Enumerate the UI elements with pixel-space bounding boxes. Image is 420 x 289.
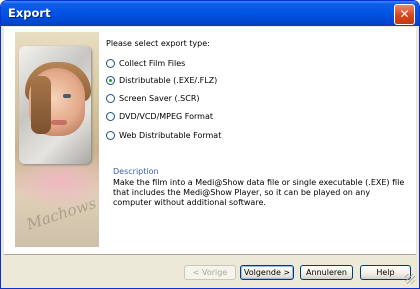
radio-button[interactable]	[106, 58, 115, 68]
radio-button[interactable]	[106, 93, 115, 103]
cancel-button[interactable]: Annuleren	[300, 265, 353, 280]
photo-frame	[19, 46, 91, 164]
option-screen-saver[interactable]: Screen Saver (.SCR)	[106, 92, 200, 104]
option-label: Screen Saver (.SCR)	[119, 93, 200, 103]
close-button[interactable]: ✕	[394, 4, 415, 25]
option-label: Collect Film Files	[119, 58, 186, 68]
description-title: Description	[113, 167, 159, 176]
option-distributable[interactable]: Distributable (.EXE/.FLZ)	[106, 74, 217, 86]
close-icon: ✕	[399, 7, 410, 21]
option-label: Web Distributable Format	[119, 130, 222, 140]
dialog-client-area: Machows N Please select export type: Col…	[4, 27, 416, 285]
radio-button-selected[interactable]	[106, 75, 115, 85]
option-dvd-vcd-mpeg[interactable]: DVD/VCD/MPEG Format	[106, 110, 213, 122]
export-type-heading: Please select export type:	[106, 39, 210, 48]
help-button[interactable]: Help	[360, 265, 411, 280]
portrait-hair-strand	[31, 76, 51, 134]
resize-grip[interactable]	[405, 274, 415, 284]
radio-button[interactable]	[106, 111, 115, 121]
content-panel: Machows N Please select export type: Col…	[4, 27, 416, 255]
option-label: Distributable (.EXE/.FLZ)	[119, 75, 218, 85]
window-title: Export	[8, 6, 51, 20]
option-collect-film-files[interactable]: Collect Film Files	[106, 57, 185, 69]
portrait-lips	[51, 120, 67, 125]
title-bar[interactable]: Export ✕	[1, 1, 419, 26]
next-button[interactable]: Volgende >	[240, 265, 294, 280]
description-text: Make the film into a Medi@Show data file…	[113, 178, 405, 207]
portrait-eye-right	[63, 94, 71, 98]
back-button[interactable]: < Vorige	[184, 265, 236, 280]
option-web-distributable[interactable]: Web Distributable Format	[106, 129, 221, 141]
option-label: DVD/VCD/MPEG Format	[119, 111, 213, 121]
side-banner-image: Machows N	[15, 32, 99, 247]
radio-button[interactable]	[106, 130, 115, 140]
description-box: Description Make the film into a Medi@Sh…	[113, 167, 405, 231]
export-dialog: Export ✕ Machows N Please select e	[0, 0, 420, 289]
